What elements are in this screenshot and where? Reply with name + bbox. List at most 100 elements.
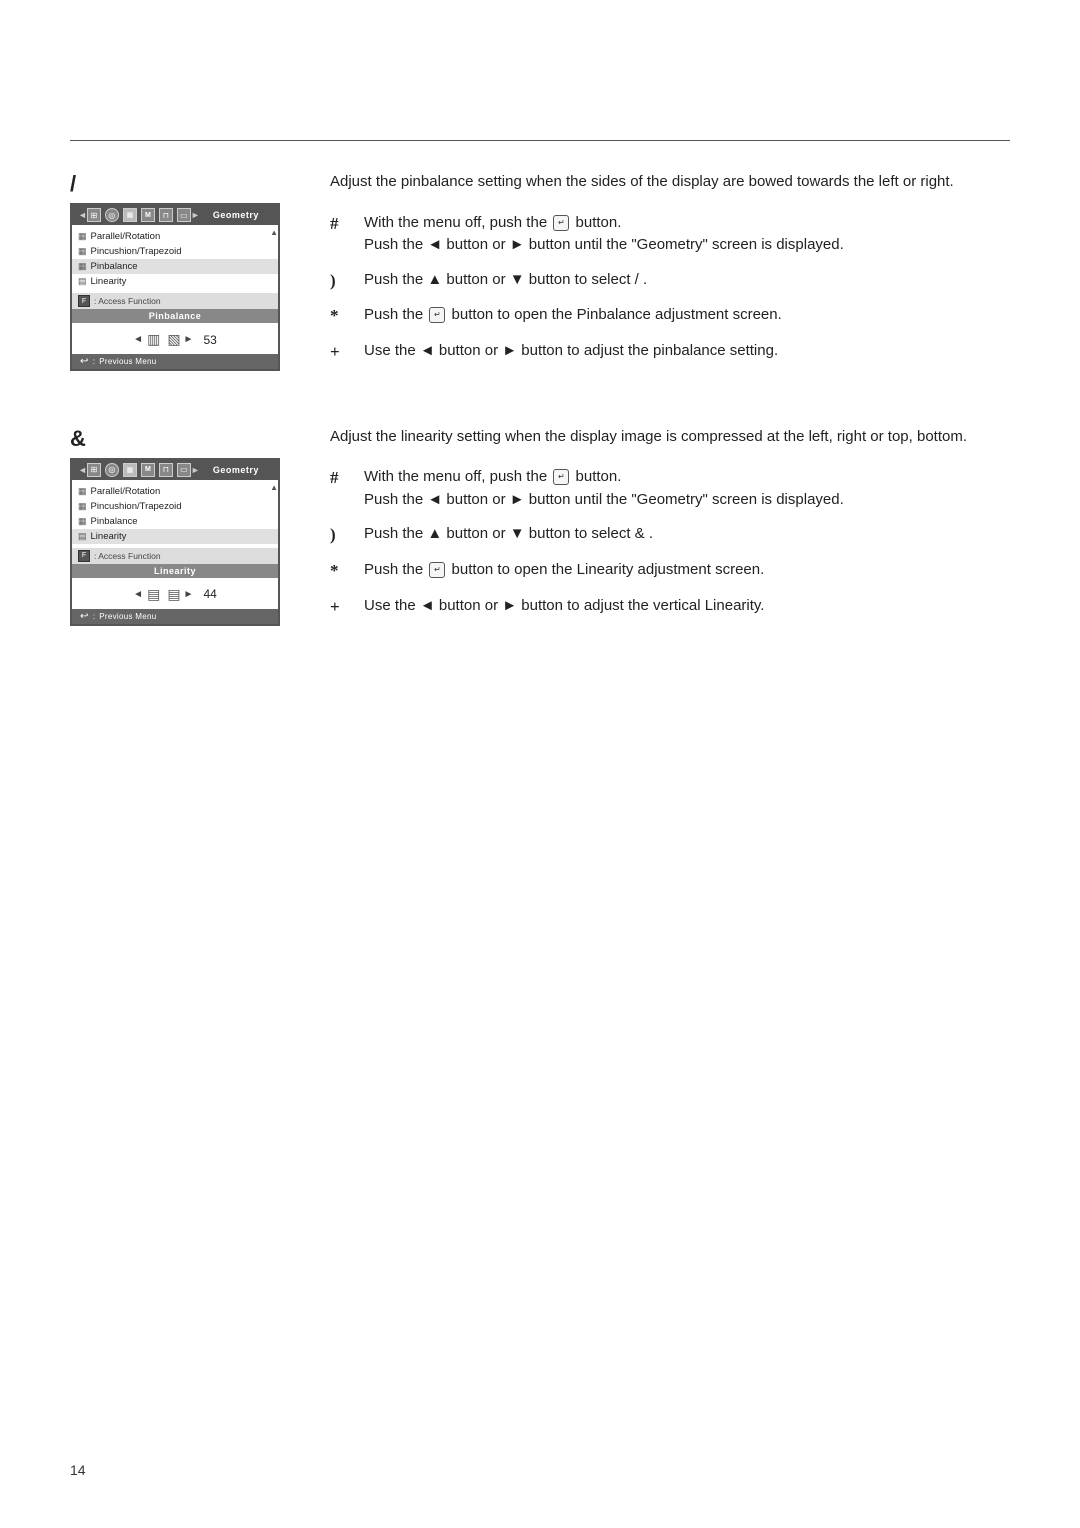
monitor-icon-1: ⊞: [87, 208, 101, 222]
access-label-2: : Access Function: [94, 551, 161, 561]
monitor-panel-linearity: & ◄ ⊞ ◎ ▦ M ⊓ ▭ ► Geometry: [70, 426, 280, 626]
value-arrow-left-1: ◄: [133, 334, 143, 345]
step-text-2a: Push the ▲ button or ▼ button to select …: [364, 269, 647, 292]
item-icon-2-1: ▦: [78, 486, 87, 497]
top-rule: [70, 140, 1010, 141]
item-icon-2: ▦: [78, 246, 87, 257]
scroll-up-1: ▲: [270, 229, 278, 244]
step-marker-1b: #: [330, 466, 352, 490]
monitor-arrow-left-icon-2: ◄: [78, 465, 87, 475]
value-arrow-right-2: ►: [184, 589, 194, 600]
step-item-3a: * Push the ↵ button to open the Pinbalan…: [330, 304, 1010, 328]
step-marker-3b: *: [330, 559, 352, 583]
instructions-panel-pinbalance: Adjust the pinbalance setting when the s…: [330, 171, 1010, 376]
monitor-icon-2-4: M: [141, 463, 155, 477]
value-arrow-left-2: ◄: [133, 589, 143, 600]
access-label-1: : Access Function: [94, 296, 161, 306]
item-icon-2-4: ▤: [78, 531, 87, 542]
menu-item-pinbal-2: ▦ Pinbalance: [72, 514, 278, 529]
monitor-icon-2: ◎: [105, 208, 119, 222]
monitor-menu-list-1: ▦ Parallel/Rotation ▲ ▦ Pincushion/Trape…: [72, 225, 278, 293]
monitor-icon-2-3: ▦: [123, 463, 137, 477]
step-marker-2b: ): [330, 523, 352, 547]
step-item-2b: ) Push the ▲ button or ▼ button to selec…: [330, 523, 1010, 547]
section-linearity: & ◄ ⊞ ◎ ▦ M ⊓ ▭ ► Geometry: [70, 426, 1010, 631]
item-icon-2-2: ▦: [78, 501, 87, 512]
step-marker-1a: #: [330, 212, 352, 236]
monitor-panel-pinbalance: / ◄ ⊞ ◎ ▦ M ⊓ ▭ ► Geometry: [70, 171, 280, 371]
monitor-arrow-right-icon: ►: [191, 210, 200, 220]
monitor-icon-5: ⊓: [159, 208, 173, 222]
menu-item-lin-1: ▤ Linearity: [72, 274, 278, 289]
monitor-arrow-right-icon-2: ►: [191, 465, 200, 475]
menu-label-pinbal-2: Pinbalance: [91, 516, 138, 527]
menu-row-2: ▦ Parallel/Rotation ▲: [72, 484, 278, 499]
monitor-access-bar-2: F : Access Function: [72, 548, 278, 564]
prev-menu-label-1: :: [93, 357, 96, 366]
menu-item-lin-2: ▤ Linearity: [72, 529, 278, 544]
step-text-1b: With the menu off, push the ↵ button. Pu…: [364, 466, 844, 511]
monitor-icon-4: M: [141, 208, 155, 222]
prev-menu-label-2: :: [93, 612, 96, 621]
step-marker-4a: +: [330, 340, 352, 364]
monitor-prev-menu-2: ↩ : Previous Menu: [72, 609, 278, 624]
monitor-icons: ⊞ ◎ ▦ M ⊓ ▭: [87, 208, 191, 222]
monitor-access-bar-1: F : Access Function: [72, 293, 278, 309]
section-pinbalance: / ◄ ⊞ ◎ ▦ M ⊓ ▭ ► Geometry: [70, 171, 1010, 376]
step-item-4a: + Use the ◄ button or ► button to adjust…: [330, 340, 1010, 364]
step-text-4a: Use the ◄ button or ► button to adjust t…: [364, 340, 778, 363]
step-text-2b: Push the ▲ button or ▼ button to select …: [364, 523, 653, 546]
access-icon-1: F: [78, 295, 90, 307]
menu-label-parallel-2: Parallel/Rotation: [91, 486, 161, 497]
step-text-4b: Use the ◄ button or ► button to adjust t…: [364, 595, 764, 618]
step-marker-3a: *: [330, 304, 352, 328]
item-icon-3: ▦: [78, 261, 87, 272]
menu-item-pinbal-1: ▦ Pinbalance: [72, 259, 278, 274]
monitor-box-linearity: ◄ ⊞ ◎ ▦ M ⊓ ▭ ► Geometry: [70, 458, 280, 626]
enter-btn-1b: ↵: [553, 469, 569, 485]
monitor-value-area-1: ◄ ▥ ▧ ► 53: [72, 323, 278, 354]
prev-menu-text-2: Previous Menu: [99, 612, 156, 621]
item-icon-4: ▤: [78, 276, 87, 287]
section-symbol-linearity: &: [70, 426, 280, 452]
value-number-1: 53: [203, 333, 216, 347]
monitor-icon-2-2: ◎: [105, 463, 119, 477]
menu-label-pinbal-1: Pinbalance: [91, 261, 138, 272]
monitor-top-bar: ◄ ⊞ ◎ ▦ M ⊓ ▭ ► Geometry: [72, 205, 278, 225]
value-arrow-right-1: ►: [184, 334, 194, 345]
monitor-submenu-title-1: Pinbalance: [72, 309, 278, 323]
intro-text-pinbalance: Adjust the pinbalance setting when the s…: [330, 171, 1010, 194]
value-shape-right-2: ▤: [167, 586, 179, 603]
value-shape-left-1: ▥: [147, 331, 159, 348]
step-item-1b: # With the menu off, push the ↵ button. …: [330, 466, 1010, 511]
monitor-value-area-2: ◄ ▤ ▤ ► 44: [72, 578, 278, 609]
value-bar-2: ▤ ▤: [147, 586, 179, 603]
page-container: / ◄ ⊞ ◎ ▦ M ⊓ ▭ ► Geometry: [0, 0, 1080, 1528]
menu-item-pinc-2: ▦ Pincushion/Trapezoid: [72, 499, 278, 514]
monitor-prev-menu-1: ↩ : Previous Menu: [72, 354, 278, 369]
step-item-4b: + Use the ◄ button or ► button to adjust…: [330, 595, 1010, 619]
menu-item-parallel-1: ▦ Parallel/Rotation: [72, 229, 166, 244]
item-icon-2-3: ▦: [78, 516, 87, 527]
value-shape-left-2: ▤: [147, 586, 159, 603]
step-list-linearity: # With the menu off, push the ↵ button. …: [330, 466, 1010, 618]
step-marker-4b: +: [330, 595, 352, 619]
intro-text-linearity: Adjust the linearity setting when the di…: [330, 426, 1010, 449]
menu-label-parallel-1: Parallel/Rotation: [91, 231, 161, 242]
menu-label-pinc-1: Pincushion/Trapezoid: [91, 246, 182, 257]
monitor-geometry-title-1: Geometry: [200, 210, 272, 220]
prev-icon-1: ↩: [80, 356, 89, 367]
menu-label-lin-2: Linearity: [91, 531, 127, 542]
enter-btn-1a: ↵: [553, 215, 569, 231]
monitor-icons-2: ⊞ ◎ ▦ M ⊓ ▭: [87, 463, 191, 477]
prev-icon-2: ↩: [80, 611, 89, 622]
enter-btn-3a: ↵: [429, 307, 445, 323]
scroll-up-2: ▲: [270, 484, 278, 499]
menu-item-pinc-1: ▦ Pincushion/Trapezoid: [72, 244, 278, 259]
step-item-2a: ) Push the ▲ button or ▼ button to selec…: [330, 269, 1010, 293]
prev-menu-text-1: Previous Menu: [99, 357, 156, 366]
page-number: 14: [70, 1462, 86, 1478]
value-number-2: 44: [203, 587, 216, 601]
monitor-icon-2-1: ⊞: [87, 463, 101, 477]
monitor-icon-3: ▦: [123, 208, 137, 222]
